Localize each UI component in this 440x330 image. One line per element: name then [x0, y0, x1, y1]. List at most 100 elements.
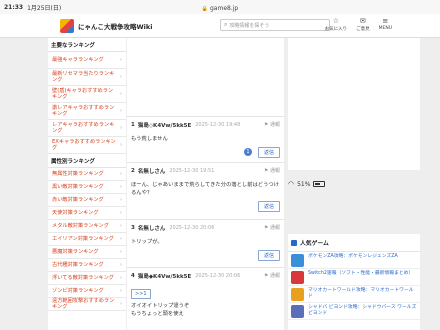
comment-meta: 2 名無しさん 2025-12-30 19:51 [131, 167, 280, 175]
feedback-button[interactable]: ✉ ご意見 [356, 17, 370, 32]
site-logo[interactable] [60, 18, 74, 33]
sidebar-item-label: 無属性対策ランキング [52, 171, 104, 177]
sidebar-item[interactable]: 悪魔対策ランキング › [48, 246, 126, 259]
chevron-right-icon: › [120, 262, 122, 268]
sidebar-item[interactable]: 壁(盾)キャラおすすめランキング › [48, 86, 126, 103]
sidebar-item-label: 古代種対策ランキング [52, 262, 104, 268]
sidebar-item-label: ゾンビ対策ランキング [52, 288, 104, 294]
sidebar-item[interactable]: レアキャラおすすめランキング › [48, 120, 126, 137]
comment-item: 2 名無しさん 2025-12-30 19:51 ⚑ 通報 ほーん、じゃあいまま… [127, 162, 284, 219]
chevron-right-icon: › [120, 197, 122, 203]
game-item[interactable]: シャドバ ビヨンド攻略：シャドウバース ワールズ ビヨンド [288, 303, 420, 320]
report-link[interactable]: ⚑ 通報 [264, 121, 280, 128]
game-title: マリオカートワールド攻略：マリオカートワールド [308, 288, 414, 299]
game-title: シャドバ ビヨンド攻略：シャドウバース ワールズ ビヨンド [308, 305, 417, 316]
chevron-right-icon: › [120, 142, 122, 148]
report-label: 通報 [269, 225, 280, 231]
report-link[interactable]: ⚑ 通報 [264, 272, 280, 279]
sidebar-item[interactable]: 遠方範囲攻撃おすすめランキング › [48, 298, 126, 311]
sidebar-item[interactable]: 古代種対策ランキング › [48, 259, 126, 272]
feedback-label: ご意見 [356, 27, 370, 32]
chevron-right-icon: › [120, 236, 122, 242]
site-title[interactable]: にゃんこ大戦争攻略Wiki [78, 21, 152, 31]
sidebar-item-label: 天使対策ランキング [52, 210, 99, 216]
comment-body: ほーん、じゃあいままで荒らしてきた分の落とし前はどうつけるんや？ [131, 182, 279, 196]
report-link[interactable]: ⚑ 通報 [264, 224, 280, 231]
anchor-link[interactable]: >>1 [131, 289, 151, 299]
sidebar-item[interactable]: 赤い敵対策ランキング › [48, 194, 126, 207]
address-bar[interactable]: 🔒 game8.jp [0, 3, 440, 14]
comment-author: 名無しさん [137, 226, 166, 232]
sidebar-item-label: 遠方範囲攻撃おすすめランキング [52, 298, 115, 310]
game-item[interactable]: ポケモンZA攻略：ポケモンレジェンズZA [288, 252, 420, 269]
sidebar-item-label: 壁(盾)キャラおすすめランキング [52, 88, 114, 100]
search-input[interactable]: ⌕ 攻略情報を探そう [220, 19, 330, 31]
report-link[interactable]: ⚑ 通報 [264, 167, 280, 174]
reply-button[interactable]: 返信 [257, 146, 280, 158]
game-title: ポケモンZA攻略：ポケモンレジェンズZA [308, 254, 398, 259]
menu-label: MENU [378, 26, 392, 31]
chevron-right-icon: › [120, 275, 122, 281]
game-item[interactable]: マリオカートワールド攻略：マリオカートワールド [288, 286, 420, 303]
comment-body: トリップが。 [131, 239, 163, 245]
comment-number: 3 [131, 225, 135, 231]
game-thumbnail [291, 271, 304, 284]
comment-date: 2025-12-30 20:06 [169, 225, 215, 231]
comment-author: 猫島◇K4Vw/5kk5E [137, 123, 192, 129]
favorite-label: お気に入り [324, 27, 348, 32]
menu-icon: ≡ [382, 17, 389, 25]
menu-button[interactable]: ≡ MENU [379, 17, 392, 32]
sidebar-item[interactable]: エイリアン対策ランキング › [48, 233, 126, 246]
sidebar-item[interactable]: 天使対策ランキング › [48, 207, 126, 220]
url-text: game8.jp [210, 5, 239, 12]
sidebar-item[interactable]: 浮いてる敵対策ランキング › [48, 272, 126, 285]
comment-item: 3 名無しさん 2025-12-30 20:06 ⚑ 通報 トリップが。 返信 [127, 219, 284, 267]
sidebar-item-label: EXキャラおすすめランキング [52, 139, 116, 151]
chevron-right-icon: › [120, 184, 122, 190]
reply-button[interactable]: 返信 [257, 200, 280, 212]
comment-number: 2 [131, 168, 135, 174]
chevron-right-icon: › [120, 288, 122, 294]
comment-footer: 返信 [131, 200, 280, 212]
sidebar-item[interactable]: 激レアキャラおすすめランキング › [48, 103, 126, 120]
game-list: ポケモンZA攻略：ポケモンレジェンズZA Switch2速報（ソフト・性能・最新情… [288, 252, 420, 320]
sidebar-item-label: 悪魔対策ランキング [52, 249, 99, 255]
sidebar: 主要なランキング 最強キャラランキング › 最新リセマラ当たりランキング › 壁(盾)キ… [48, 38, 126, 330]
chevron-right-icon: › [120, 108, 122, 114]
game-thumbnail [291, 305, 304, 318]
comment-meta: 1 猫島◇K4Vw/5kk5E 2025-12-30 19:48 [131, 121, 280, 129]
favorite-button[interactable]: ☆ お気に入り [325, 17, 348, 32]
sidebar-item[interactable]: 最強キャラランキング › [48, 52, 126, 69]
comment-item: 4 猫島◆K4Vw/5kk5E 2025-12-30 20:06 ⚑ 通報 >>… [127, 267, 284, 327]
reply-count-badge[interactable]: 1 [243, 148, 252, 156]
sidebar-heading-main: 主要なランキング [48, 38, 126, 52]
popular-games: 人気ゲーム ポケモンZA攻略：ポケモンレジェンズZA Switch2速報（ソフト・… [288, 234, 420, 330]
game-item[interactable]: Switch2速報（ソフト・性能・最新情報まとめ） [288, 269, 420, 286]
sidebar-list-main: 最強キャラランキング › 最新リセマラ当たりランキング › 壁(盾)キャラおすすめランキ… [48, 52, 126, 154]
comment-footer: 1 返信 [131, 146, 280, 158]
sidebar-item-label: 赤い敵対策ランキング [52, 197, 104, 203]
heading-mark-icon [291, 239, 297, 246]
sidebar-item[interactable]: ゾンビ対策ランキング › [48, 285, 126, 298]
report-label: 通報 [269, 273, 280, 279]
game-title: Switch2速報（ソフト・性能・最新情報まとめ） [308, 271, 414, 276]
sidebar-list-attr: 無属性対策ランキング › 黒い敵対策ランキング › 赤い敵対策ランキング › 天使対策ランキ… [48, 168, 126, 311]
chevron-right-icon: › [120, 125, 122, 131]
reply-button[interactable]: 返信 [257, 249, 280, 261]
header-icons: ☆ お気に入り ✉ ご意見 ≡ MENU [325, 17, 392, 32]
sidebar-item[interactable]: 無属性対策ランキング › [48, 168, 126, 181]
sidebar-item[interactable]: 黒い敵対策ランキング › [48, 181, 126, 194]
sidebar-item-label: 最強キャラランキング [52, 57, 104, 63]
sidebar-item-label: 黒い敵対策ランキング [52, 184, 104, 190]
comment-footer: 返信 [131, 249, 280, 261]
sidebar-item[interactable]: 最新リセマラ当たりランキング › [48, 69, 126, 86]
comment-date: 2025-12-30 19:48 [195, 122, 241, 128]
sidebar-item-label: 激レアキャラおすすめランキング [52, 105, 115, 117]
mail-icon: ✉ [359, 17, 366, 25]
site-header: にゃんこ大戦争攻略Wiki ⌕ 攻略情報を探そう ☆ お気に入り ✉ ご意見 ≡… [0, 14, 440, 38]
sidebar-item[interactable]: EXキャラおすすめランキング › [48, 137, 126, 154]
sidebar-item[interactable]: メタル敵対策ランキング › [48, 220, 126, 233]
sidebar-item-label: エイリアン対策ランキング [52, 236, 114, 242]
report-label: 通報 [269, 168, 280, 174]
sidebar-item-label: 最新リセマラ当たりランキング [52, 71, 115, 83]
